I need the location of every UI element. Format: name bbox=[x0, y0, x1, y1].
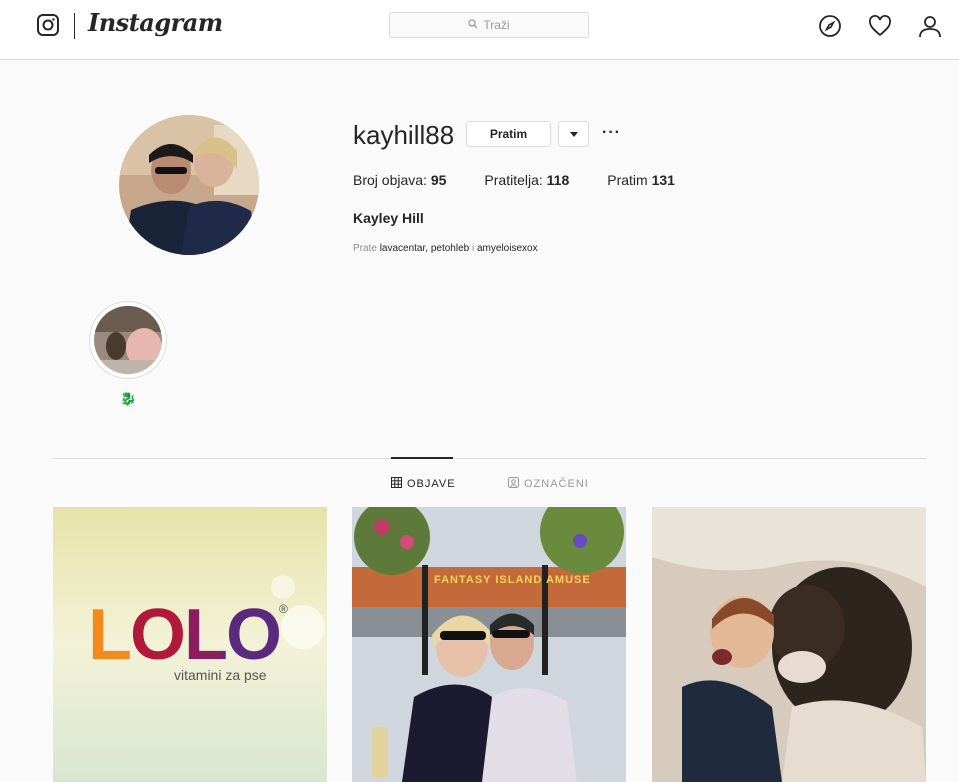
followed-by-last: amyeloisexox bbox=[477, 243, 538, 254]
followed-by-joiner: i bbox=[471, 243, 475, 254]
profile-full-name: Kayley Hill bbox=[353, 210, 424, 226]
posts-value: 95 bbox=[430, 172, 447, 188]
tab-tagged-label: OZNAČENI bbox=[524, 478, 589, 490]
grid-icon bbox=[391, 477, 402, 491]
active-tab-indicator bbox=[391, 457, 453, 459]
profile-stats: Broj objava: 95 Pratitelja: 118 Pratim 1… bbox=[353, 172, 713, 188]
story-highlight-image[interactable] bbox=[94, 306, 162, 374]
following-count[interactable]: Pratim 131 bbox=[607, 172, 675, 188]
search-icon bbox=[468, 18, 478, 32]
following-label: Pratim bbox=[607, 172, 648, 188]
tabs-divider bbox=[53, 458, 926, 459]
profile-username: kayhill88 bbox=[353, 120, 455, 150]
tab-posts-label: OBJAVE bbox=[407, 478, 456, 490]
logo-divider bbox=[74, 13, 75, 39]
story-highlight-label: 🐉 bbox=[120, 391, 137, 406]
lolo-logo-text: LOLO bbox=[88, 599, 282, 671]
lolo-letters: LOLO bbox=[88, 595, 282, 675]
post-thumbnail[interactable]: FANTASY ISLAND AMUSE bbox=[352, 507, 626, 782]
followers-count[interactable]: Pratitelja: 118 bbox=[484, 172, 569, 188]
post-thumbnail[interactable] bbox=[652, 507, 926, 782]
search-placeholder: Traži bbox=[483, 18, 510, 32]
registered-mark: ® bbox=[279, 602, 288, 616]
amusement-sign-text: FANTASY ISLAND AMUSE bbox=[434, 574, 591, 586]
post-thumbnail[interactable]: LOLO ® vitamini za pse bbox=[53, 507, 327, 782]
camera-icon[interactable] bbox=[37, 14, 59, 36]
search-input[interactable]: Traži bbox=[389, 12, 589, 38]
tab-posts[interactable]: OBJAVE bbox=[391, 477, 456, 491]
profile-avatar[interactable] bbox=[119, 115, 259, 255]
heart-icon[interactable] bbox=[868, 14, 892, 38]
posts-label: Broj objava: bbox=[353, 172, 427, 188]
lolo-tagline: vitamini za pse bbox=[174, 667, 267, 683]
more-options-button[interactable]: ··· bbox=[602, 124, 621, 142]
top-navigation-bar: Instagram Traži bbox=[0, 0, 959, 60]
followers-label: Pratitelja: bbox=[484, 172, 543, 188]
person-icon[interactable] bbox=[918, 14, 942, 38]
following-button[interactable]: Pratim bbox=[466, 121, 551, 147]
tab-tagged[interactable]: OZNAČENI bbox=[508, 477, 589, 491]
followed-by-prefix: Prate bbox=[353, 243, 377, 254]
tagged-person-icon bbox=[508, 477, 519, 491]
instagram-wordmark[interactable]: Instagram bbox=[88, 8, 223, 37]
suggestions-dropdown-button[interactable] bbox=[558, 121, 589, 147]
posts-count: Broj objava: 95 bbox=[353, 172, 446, 188]
followers-value: 118 bbox=[546, 172, 570, 188]
followed-by-text[interactable]: Prate lavacentar, petohleb i amyeloisexo… bbox=[353, 243, 538, 254]
compass-icon[interactable] bbox=[818, 14, 842, 38]
followed-by-names: lavacentar, petohleb bbox=[379, 243, 470, 254]
following-value: 131 bbox=[651, 172, 675, 188]
caret-down-icon bbox=[569, 131, 578, 137]
